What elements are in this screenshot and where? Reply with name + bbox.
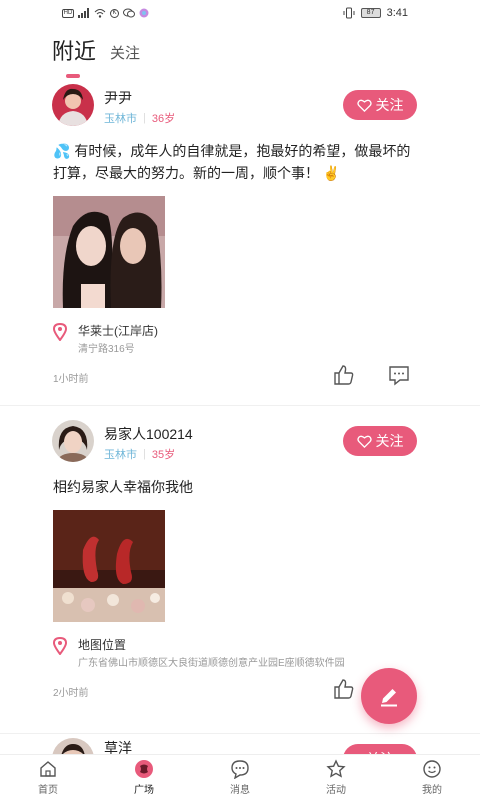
nav-messages[interactable]: 消息: [192, 755, 288, 800]
nav-activity[interactable]: 活动: [288, 755, 384, 800]
location-pin-icon: [53, 323, 67, 341]
vibrate-icon: [343, 7, 355, 19]
like-icon[interactable]: [333, 364, 355, 386]
compose-button[interactable]: [361, 668, 417, 724]
post-photo[interactable]: [53, 196, 165, 308]
bottom-nav: 首页 广场 消息 活动 我的: [0, 754, 480, 800]
nav-profile[interactable]: 我的: [384, 755, 480, 800]
hd-icon: HD: [62, 8, 74, 18]
nav-profile-label: 我的: [422, 785, 442, 796]
avatar[interactable]: [52, 420, 94, 462]
star-icon: [326, 759, 346, 778]
nav-plaza-label: 广场: [134, 785, 154, 796]
wifi-icon: [94, 9, 106, 18]
message-icon: [231, 760, 249, 779]
battery-icon: 87: [360, 8, 381, 18]
post-time: 1小时前: [53, 374, 89, 385]
meta-divider: |: [143, 112, 146, 124]
location-address: 清宁路316号: [78, 344, 135, 355]
heart-icon: [356, 99, 372, 112]
app-icon: [139, 8, 149, 18]
home-icon: [40, 761, 56, 777]
status-right: 87 3:41: [343, 7, 408, 19]
top-tabs: 附近 关注: [52, 32, 140, 78]
location[interactable]: 地图位置 广东省佛山市顺德区大良街道顺德创意产业园E座顺德软件园: [0, 634, 480, 670]
heart-icon: [356, 435, 372, 448]
user-age: 36岁: [151, 113, 176, 125]
wechat-icon: [123, 8, 135, 18]
location-name: 地图位置: [78, 638, 127, 652]
user-city: 玉林市: [104, 449, 137, 461]
nav-home-label: 首页: [38, 785, 58, 796]
meta-divider: |: [143, 448, 146, 460]
nav-plaza[interactable]: 广场: [96, 755, 192, 800]
status-left-icons: HD K: [62, 8, 149, 18]
location[interactable]: 华莱士(江岸店) 清宁路316号: [0, 320, 480, 356]
status-bar: HD K 87 3:41: [0, 0, 480, 26]
follow-button[interactable]: 关注: [343, 426, 417, 456]
user-age: 35岁: [151, 449, 176, 461]
post-text: 相约易家人幸福你我他: [53, 479, 193, 495]
profile-icon: [423, 760, 441, 778]
clock: 3:41: [386, 7, 408, 19]
tab-following[interactable]: 关注: [110, 42, 140, 72]
follow-label: 关注: [375, 97, 404, 113]
post-text: 💦 有时候，成年人的自律就是，抱最好的希望，做最坏的打算，尽最大的努力。新的一周…: [53, 143, 411, 181]
nav-home[interactable]: 首页: [0, 755, 96, 800]
k-app-icon: K: [110, 8, 119, 18]
post-photo[interactable]: [53, 510, 165, 622]
post-card-partial: 草洋 关注: [0, 734, 480, 754]
follow-label: 关注: [375, 433, 404, 449]
avatar[interactable]: [52, 738, 94, 754]
signal-icon: [78, 8, 89, 18]
user-name[interactable]: 尹尹: [104, 88, 132, 108]
post-header: 尹尹 玉林市 | 36岁 关注: [0, 82, 480, 132]
nav-activity-label: 活动: [326, 785, 346, 796]
user-name[interactable]: 草洋: [104, 738, 132, 754]
location-address: 广东省佛山市顺德区大良街道顺德创意产业园E座顺德软件园: [78, 658, 345, 669]
post-header: 易家人100214 玉林市 | 35岁 关注: [0, 418, 480, 468]
tab-nearby[interactable]: 附近: [52, 34, 96, 78]
plaza-icon: [135, 760, 153, 778]
user-city: 玉林市: [104, 113, 137, 125]
like-icon[interactable]: [333, 678, 355, 700]
location-name: 华莱士(江岸店): [78, 324, 158, 338]
pencil-icon: [381, 689, 397, 707]
follow-button[interactable]: 关注: [343, 744, 417, 754]
post-footer: 1小时前: [0, 356, 480, 400]
post-time: 2小时前: [53, 688, 89, 699]
avatar[interactable]: [52, 84, 94, 126]
feed: 尹尹 玉林市 | 36岁 关注 💦 有时候，成年人的自律就是，抱最好的希望，做最…: [0, 80, 480, 734]
user-meta: 玉林市 | 36岁: [104, 110, 175, 126]
post-card: 尹尹 玉林市 | 36岁 关注 💦 有时候，成年人的自律就是，抱最好的希望，做最…: [0, 82, 480, 406]
follow-button[interactable]: 关注: [343, 90, 417, 120]
comment-icon[interactable]: [388, 364, 410, 386]
nav-messages-label: 消息: [230, 785, 250, 796]
user-name[interactable]: 易家人100214: [104, 424, 193, 444]
location-pin-icon: [53, 637, 67, 655]
user-meta: 玉林市 | 35岁: [104, 446, 175, 462]
